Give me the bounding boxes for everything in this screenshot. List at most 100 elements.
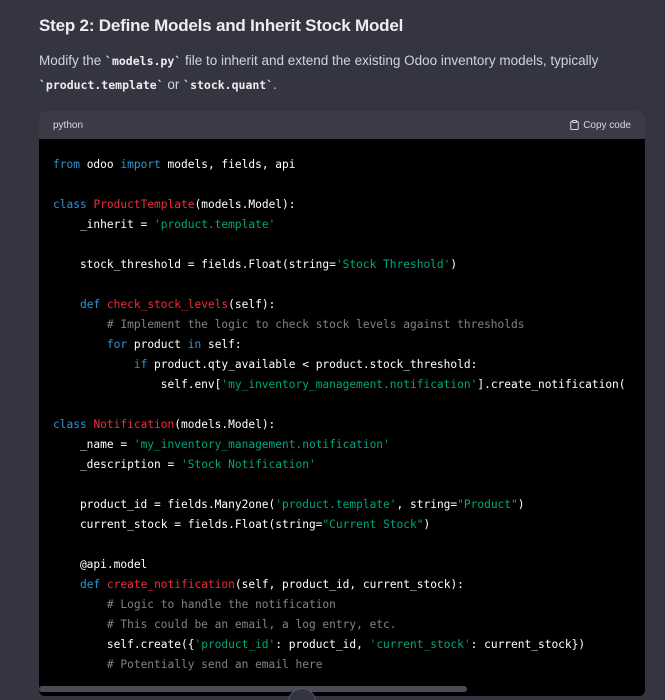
code-token-cmt: # Potentially send an email here — [106, 658, 323, 671]
code-token-plain: self.create({ — [53, 638, 195, 651]
code-token-plain: @api.model — [53, 558, 148, 571]
code-line: class Notification(models.Model): — [53, 415, 631, 435]
chat-message: Step 2: Define Models and Inherit Stock … — [0, 0, 665, 700]
code-line: # Logic to handle the notification — [53, 595, 631, 615]
code-token-plain: self.env[ — [53, 378, 222, 391]
code-token-cls: ProductTemplate — [93, 198, 195, 211]
code-token-plain: ) — [517, 498, 525, 511]
code-token-plain: : product_id, — [275, 638, 370, 651]
code-token-kw: class — [53, 418, 87, 431]
code-token-plain: product — [127, 338, 188, 351]
code-token-cls: Notification — [93, 418, 175, 431]
code-token-str: 'my_inventory_management.notification' — [221, 378, 478, 391]
code-token-plain: self: — [201, 338, 242, 351]
code-token-plain: product_id = fields.Many2one( — [53, 498, 276, 511]
code-token-str: 'my_inventory_management.notification' — [133, 438, 390, 451]
inline-code-stock-quant: `stock.quant` — [183, 78, 274, 92]
code-token-str: "Product" — [457, 498, 518, 511]
code-token-str: 'current_stock' — [369, 638, 471, 651]
code-token-plain: current_stock = fields.Float(string= — [53, 518, 323, 531]
code-token-plain: (models.Model): — [194, 198, 296, 211]
code-content: from odoo import models, fields, api cla… — [39, 139, 645, 696]
code-line: _inherit = 'product.template' — [53, 215, 631, 235]
code-line: @api.model — [53, 555, 631, 575]
code-token-cls: check_stock_levels — [106, 298, 229, 311]
code-token-plain: ].create_notification( — [477, 378, 626, 391]
code-token-kw: from — [53, 158, 80, 171]
code-line: _description = 'Stock Notification' — [53, 455, 631, 475]
horizontal-scrollbar[interactable] — [39, 686, 467, 692]
code-token-plain: : current_stock}) — [470, 638, 586, 651]
code-token-plain: (self): — [228, 298, 276, 311]
code-line: def check_stock_levels(self): — [53, 295, 631, 315]
paragraph-text: or — [163, 77, 184, 92]
instruction-paragraph: Modify the `models.py` file to inherit a… — [39, 49, 639, 97]
paragraph-text: file to inherit and extend the existing … — [181, 53, 599, 68]
code-line: # This could be an email, a log entry, e… — [53, 615, 631, 635]
code-token-str: 'Stock Notification' — [180, 458, 316, 471]
code-token-plain: models, fields, api — [160, 158, 296, 171]
code-token-plain: stock_threshold = fields.Float(string= — [53, 258, 336, 271]
code-token-plain: _inherit = — [53, 218, 155, 231]
code-line: _name = 'my_inventory_management.notific… — [53, 435, 631, 455]
code-token-cmt: # This could be an email, a log entry, e… — [106, 618, 397, 631]
code-block: python Copy code from odoo import models… — [39, 111, 645, 696]
code-token-kw: for — [106, 338, 128, 351]
code-token-str: 'Stock Threshold' — [335, 258, 451, 271]
code-line: from odoo import models, fields, api — [53, 155, 631, 175]
code-line: self.create({'product_id': product_id, '… — [53, 635, 631, 655]
code-token-plain: ) — [450, 258, 458, 271]
section-heading: Step 2: Define Models and Inherit Stock … — [39, 16, 404, 35]
copy-code-button[interactable]: Copy code — [570, 120, 631, 131]
code-token-str: 'product.template' — [154, 218, 276, 231]
code-token-plain: odoo — [79, 158, 121, 171]
code-token-str: 'product_id' — [194, 638, 276, 651]
code-token-plain: (models.Model): — [174, 418, 276, 431]
code-token-plain: , string= — [396, 498, 458, 511]
code-block-header: python Copy code — [39, 111, 645, 139]
code-token-kw: def — [79, 298, 101, 311]
code-line: for product in self: — [53, 335, 631, 355]
code-token-kw: in — [187, 338, 202, 351]
code-language-label: python — [53, 119, 84, 131]
code-line: if product.qty_available < product.stock… — [53, 355, 631, 375]
code-token-plain: product.qty_available < product.stock_th… — [147, 358, 478, 371]
code-line: stock_threshold = fields.Float(string='S… — [53, 255, 631, 275]
inline-code-product-template: `product.template` — [39, 78, 164, 92]
code-token-str: 'product.template' — [275, 498, 397, 511]
code-token-kw: class — [53, 198, 87, 211]
code-token-plain: ) — [423, 518, 431, 531]
code-line: current_stock = fields.Float(string="Cur… — [53, 515, 631, 535]
code-token-cls: create_notification — [106, 578, 235, 591]
code-line: class ProductTemplate(models.Model): — [53, 195, 631, 215]
paragraph-text: Modify the — [39, 53, 106, 68]
paragraph-text: . — [273, 77, 277, 92]
code-token-plain: _description = — [53, 458, 181, 471]
code-line: product_id = fields.Many2one('product.te… — [53, 495, 631, 515]
code-line: # Potentially send an email here — [53, 655, 631, 675]
code-line: # Implement the logic to check stock lev… — [53, 315, 631, 335]
clipboard-icon — [570, 120, 579, 130]
code-line: def create_notification(self, product_id… — [53, 575, 631, 595]
copy-code-label: Copy code — [583, 119, 631, 131]
code-token-plain: (self, product_id, current_stock): — [234, 578, 464, 591]
code-line: self.env['my_inventory_management.notifi… — [53, 375, 631, 395]
code-token-kw: if — [133, 358, 148, 371]
code-token-kw: def — [79, 578, 101, 591]
